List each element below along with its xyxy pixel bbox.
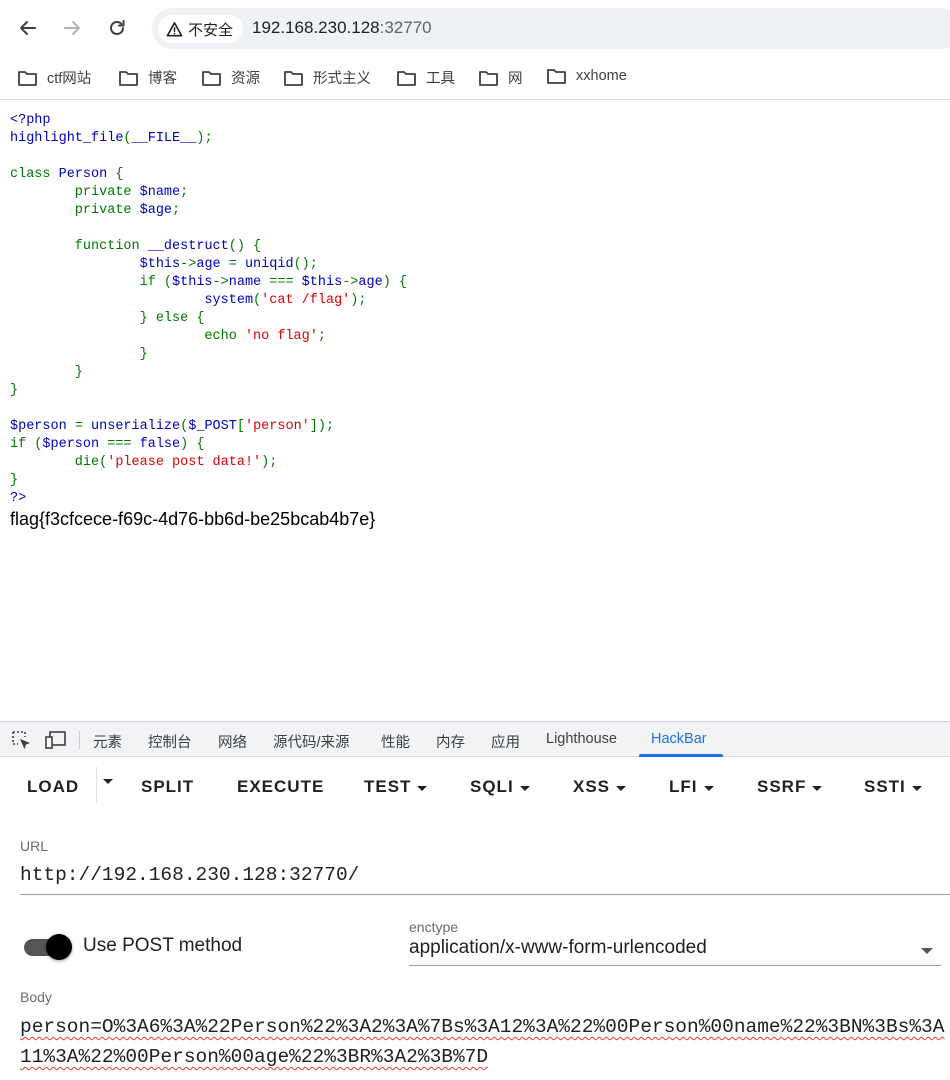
forward-button[interactable] — [58, 14, 86, 42]
tab-network[interactable]: 网络 — [218, 731, 247, 752]
hackbar-toolbar: LOAD SPLIT EXECUTE TEST SQLI XSS LFI SSR… — [0, 757, 950, 817]
test-menu-button[interactable]: TEST — [364, 777, 428, 797]
bookmark-label: 资源 — [231, 71, 260, 87]
bookmark-folder[interactable]: 资源 — [201, 67, 260, 88]
post-method-label[interactable]: Use POST method — [83, 935, 242, 957]
folder-icon — [284, 70, 303, 86]
folder-icon — [18, 70, 37, 86]
xss-menu-button[interactable]: XSS — [573, 777, 627, 797]
url-field-label: URL — [20, 838, 49, 854]
bookmark-label: 博客 — [148, 71, 177, 87]
bookmark-label: 形式主义 — [313, 71, 371, 87]
bookmark-label: xxhome — [576, 68, 627, 84]
sqli-menu-button[interactable]: SQLI — [470, 777, 530, 797]
caret-down-icon — [703, 785, 714, 791]
folder-icon — [202, 70, 221, 86]
lfi-label: LFI — [669, 777, 698, 796]
body-field-label: Body — [20, 989, 52, 1005]
security-label: 不安全 — [188, 21, 234, 39]
tab-sources[interactable]: 源代码/来源 — [273, 731, 350, 752]
caret-down-icon — [417, 785, 428, 791]
caret-down-icon — [911, 785, 922, 791]
ssti-label: SSTI — [864, 777, 906, 796]
ssrf-menu-button[interactable]: SSRF — [757, 777, 823, 797]
caret-down-icon — [812, 785, 823, 791]
reload-icon — [110, 20, 125, 35]
body-textarea[interactable]: person=O%3A6%3A%22Person%22%3A2%3A%7Bs%3… — [20, 1012, 950, 1080]
execute-button[interactable]: EXECUTE — [237, 777, 324, 797]
caret-down-icon — [616, 785, 627, 791]
bookmark-folder[interactable]: ctf网站 — [17, 67, 91, 88]
lfi-menu-button[interactable]: LFI — [669, 777, 714, 797]
device-toolbar-icon[interactable] — [45, 730, 67, 750]
toggle-knob — [46, 934, 72, 960]
devtools-tabbar: 元素 控制台 网络 源代码/来源 性能 内存 应用 Lighthouse Hac… — [0, 721, 950, 757]
security-chip[interactable]: 不安全 — [158, 15, 244, 43]
enctype-select[interactable]: application/x-www-form-urlencoded — [409, 937, 941, 966]
bookmark-folder[interactable]: 工具 — [396, 67, 455, 88]
arrow-right-icon — [64, 21, 80, 35]
reload-button[interactable] — [103, 14, 131, 42]
bookmark-folder[interactable]: xxhome — [546, 67, 627, 85]
bookmarks-bar: ctf网站 博客 资源 形式主义 工具 网 xxhome — [0, 57, 950, 100]
dropdown-arrow-icon — [921, 948, 933, 954]
caret-down-icon — [103, 779, 113, 784]
xss-label: XSS — [573, 777, 611, 796]
tab-hackbar[interactable]: HackBar — [651, 731, 707, 747]
warning-icon — [166, 21, 183, 36]
tab-performance[interactable]: 性能 — [381, 731, 410, 752]
load-button[interactable]: LOAD — [27, 777, 79, 797]
tab-memory[interactable]: 内存 — [436, 731, 465, 752]
bookmark-folder[interactable]: 博客 — [118, 67, 177, 88]
divider — [96, 767, 97, 803]
ssrf-label: SSRF — [757, 777, 807, 796]
divider — [79, 731, 80, 749]
address-text[interactable]: 192.168.230.128:32770 — [252, 18, 432, 38]
back-button[interactable] — [14, 14, 42, 42]
bookmark-folder[interactable]: 网 — [478, 67, 523, 88]
php-source-code: <?php highlight_file(__FILE__); class Pe… — [10, 113, 408, 506]
url-input[interactable]: http://192.168.230.128:32770/ — [20, 864, 950, 895]
body-text: person=O%3A6%3A%22Person%22%3A2%3A%7Bs%3… — [20, 1016, 945, 1068]
tab-lighthouse[interactable]: Lighthouse — [546, 731, 617, 747]
url-host: 192.168.230.128 — [252, 18, 380, 37]
bookmark-label: 工具 — [426, 71, 455, 87]
load-dropdown-button[interactable] — [103, 777, 113, 784]
bookmark-folder[interactable]: 形式主义 — [283, 67, 371, 88]
tab-application[interactable]: 应用 — [491, 731, 520, 752]
enctype-value: application/x-www-form-urlencoded — [409, 937, 707, 958]
caret-down-icon — [519, 785, 530, 791]
enctype-label: enctype — [409, 919, 459, 935]
folder-icon — [547, 69, 566, 84]
bookmark-label: 网 — [508, 71, 523, 87]
folder-icon — [119, 70, 138, 86]
arrow-left-icon — [20, 21, 36, 35]
sqli-label: SQLI — [470, 777, 514, 796]
tab-elements[interactable]: 元素 — [93, 731, 122, 752]
bookmark-label: ctf网站 — [47, 71, 92, 87]
ssti-menu-button[interactable]: SSTI — [864, 777, 922, 797]
folder-icon — [397, 70, 416, 86]
address-bar[interactable]: 不安全 192.168.230.128:32770 — [152, 8, 950, 49]
post-method-toggle[interactable] — [22, 933, 72, 961]
flag-output: flag{f3cfcece-f69c-4d76-bb6d-be25bcab4b7… — [10, 509, 376, 529]
tab-console[interactable]: 控制台 — [148, 731, 192, 752]
split-button[interactable]: SPLIT — [141, 777, 194, 797]
folder-icon — [479, 70, 498, 86]
inspect-element-icon[interactable] — [11, 730, 33, 750]
url-port: :32770 — [379, 18, 432, 37]
test-label: TEST — [364, 777, 412, 796]
browser-toolbar: 不安全 192.168.230.128:32770 — [0, 0, 950, 57]
